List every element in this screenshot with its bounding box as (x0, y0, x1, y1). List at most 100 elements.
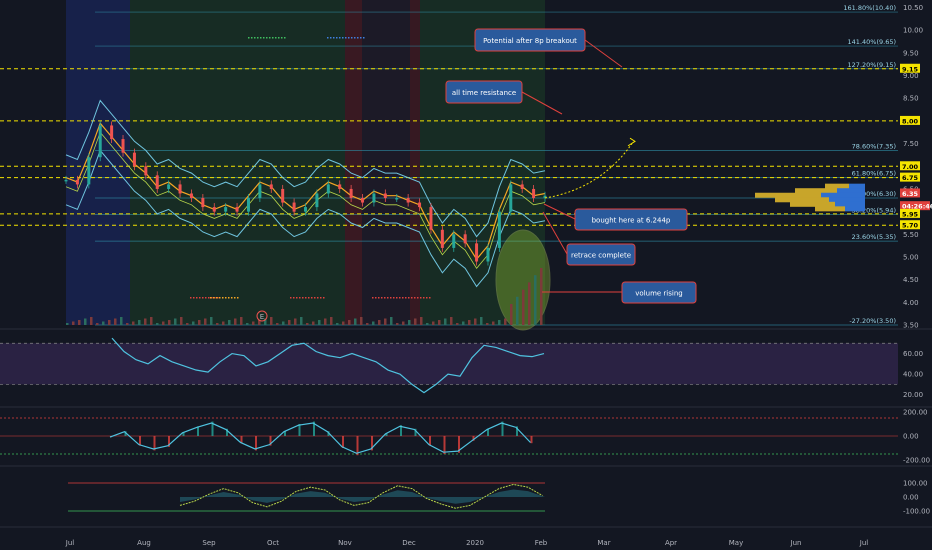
signal-dot (231, 297, 233, 299)
signal-dot (357, 37, 359, 39)
price-candle (361, 198, 365, 203)
annotation-text: volume rising (635, 290, 682, 298)
macd-axis-tick: 0.00 (903, 433, 919, 441)
rsi-band (0, 343, 898, 385)
price-candle (383, 193, 387, 199)
volume-bar (186, 323, 189, 325)
price-candle (144, 166, 148, 176)
price-candle (224, 207, 228, 212)
volume-bar (108, 320, 111, 325)
volume-bar (168, 320, 171, 325)
volume-bar (462, 321, 465, 325)
price-candle (452, 234, 456, 248)
annotation-text: Potential after 8p breakout (483, 37, 577, 45)
background-band-3 (362, 0, 410, 325)
price-candle (87, 157, 91, 185)
signal-dot (281, 37, 283, 39)
volume-bar (120, 317, 123, 325)
volume-bar (96, 323, 99, 325)
price-candle (292, 202, 296, 212)
signal-dot (402, 297, 404, 299)
signal-dot (417, 297, 419, 299)
price-axis-tick: 9.50 (903, 49, 919, 57)
price-candle (349, 188, 353, 199)
volume-bar (222, 321, 225, 325)
signal-dot (299, 297, 301, 299)
price-candle (281, 188, 285, 203)
background-band-0 (66, 0, 130, 325)
annotation-pointer (542, 211, 568, 255)
volume-bar (66, 323, 69, 325)
volume-bar (234, 318, 237, 325)
volume-bar (240, 317, 243, 325)
price-candle (258, 184, 262, 199)
signal-dot (290, 297, 292, 299)
signal-dot (275, 37, 277, 39)
volume-bar (270, 317, 273, 325)
signal-dot (342, 37, 344, 39)
x-axis-tick-label: Sep (202, 539, 216, 547)
price-candle (395, 198, 399, 200)
oscillator-axis-tick: 0.00 (903, 494, 919, 502)
annotation-text: bought here at 6.244p (592, 217, 671, 225)
volume-profile-bar (835, 201, 865, 207)
volume-bar (144, 318, 147, 325)
x-axis-tick-label: Aug (137, 539, 151, 547)
signal-dot (263, 37, 265, 39)
x-axis-tick-label: Dec (402, 539, 416, 547)
price-candle (167, 184, 171, 189)
volume-bar (444, 318, 447, 325)
signal-dot (199, 297, 201, 299)
volume-bar (282, 321, 285, 325)
fib-label: 23.60%(5.35) (852, 233, 896, 241)
fib-label: 61.80%(6.75) (852, 170, 896, 178)
price-axis-tick: 3.50 (903, 322, 919, 330)
volume-bar (180, 317, 183, 325)
volume-bar (438, 320, 441, 325)
rsi-axis-tick: 40.00 (903, 371, 923, 379)
macd-histogram-bar (342, 436, 344, 448)
signal-dot (225, 297, 227, 299)
signal-dot (272, 37, 274, 39)
signal-dot (196, 297, 198, 299)
macd-axis-tick: 200.00 (903, 409, 928, 417)
x-axis-tick-label: Feb (535, 539, 548, 547)
price-candle (110, 125, 114, 140)
oscillator-axis-tick: -100.00 (903, 508, 930, 516)
volume-bar (378, 320, 381, 325)
signal-dot (208, 297, 210, 299)
signal-dot (372, 297, 374, 299)
volume-bar (456, 323, 459, 325)
volume-bar (228, 320, 231, 325)
signal-dot (237, 297, 239, 299)
signal-dot (354, 37, 356, 39)
volume-bar (84, 318, 87, 325)
volume-profile-bar (829, 197, 865, 203)
price-candle (269, 184, 273, 189)
signal-dot (390, 297, 392, 299)
signal-dot (363, 37, 365, 39)
price-candle (429, 207, 433, 230)
volume-bar (426, 323, 429, 325)
volume-profile-bar (755, 192, 821, 198)
fib-label: 161.80%(10.40) (843, 4, 896, 12)
volume-bar (138, 320, 141, 325)
price-candle (178, 184, 182, 194)
stock-chart[interactable]: 161.80%(10.40) 141.40%(9.65) 127.20%(9.15)… (0, 0, 932, 550)
signal-dot (420, 297, 422, 299)
volume-bar (390, 317, 393, 325)
volume-bar (534, 275, 537, 325)
volume-profile-bar (845, 206, 865, 212)
volume-bar (288, 320, 291, 325)
volume-bar (402, 321, 405, 325)
volume-bar (330, 317, 333, 325)
signal-dot (330, 37, 332, 39)
signal-dot (228, 297, 230, 299)
volume-bar (156, 323, 159, 325)
signal-dot (278, 37, 280, 39)
volume-bar (528, 282, 531, 325)
signal-dot (411, 297, 413, 299)
price-candle (235, 207, 239, 212)
volume-bar (246, 323, 249, 325)
rsi-axis-tick: 60.00 (903, 350, 923, 358)
